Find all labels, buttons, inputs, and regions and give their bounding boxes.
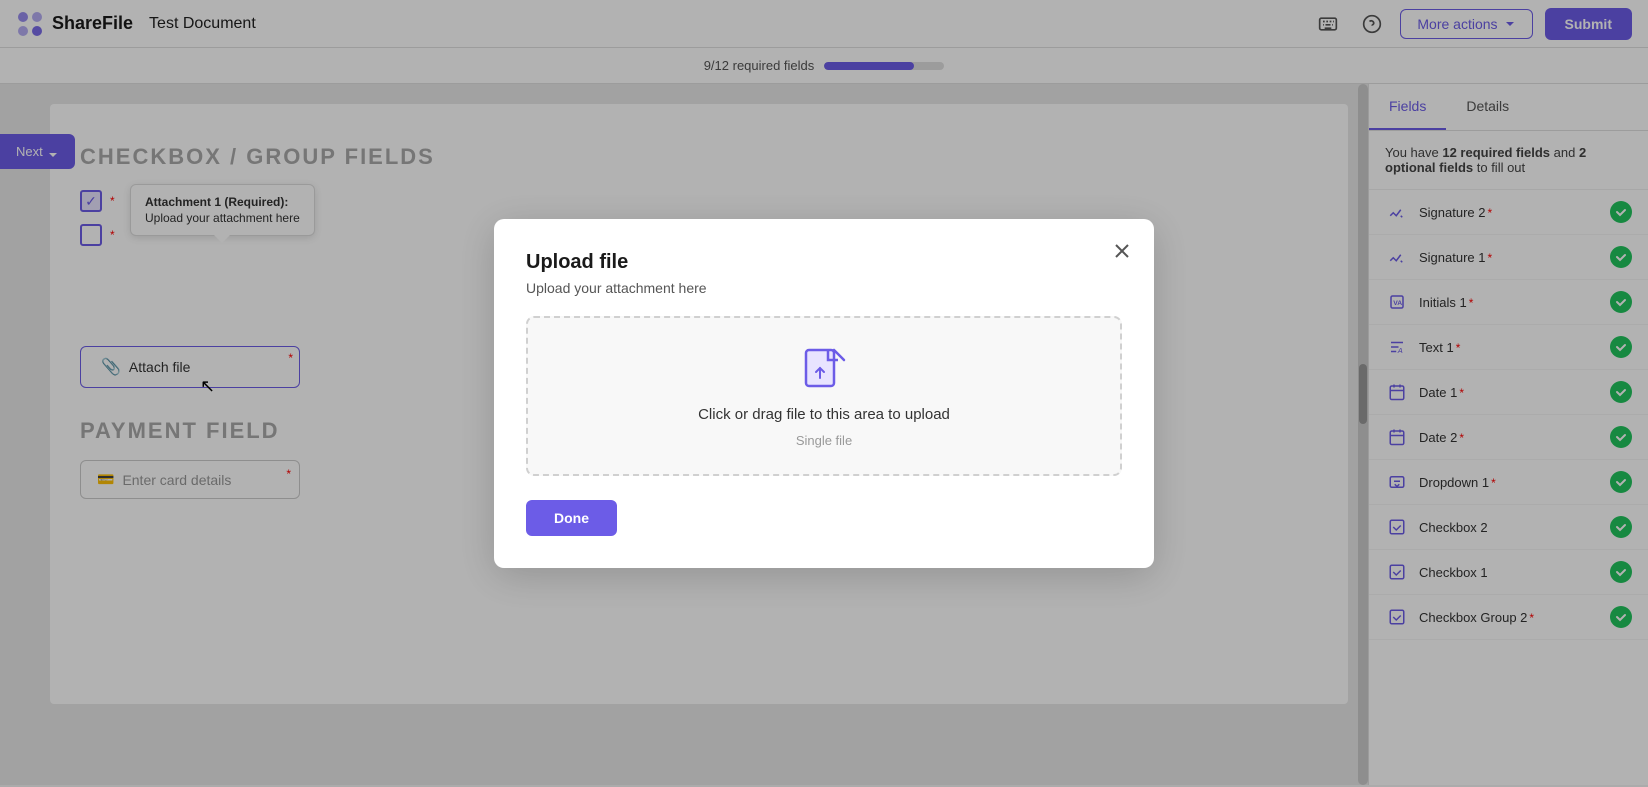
modal-overlay[interactable]: Upload file Upload your attachment here … <box>0 0 1648 787</box>
modal-title: Upload file <box>526 251 1122 274</box>
upload-subtext: Single file <box>796 433 852 448</box>
close-icon <box>1114 243 1130 259</box>
upload-file-icon <box>798 344 850 396</box>
modal-done-button[interactable]: Done <box>526 500 617 536</box>
modal-close-button[interactable] <box>1106 235 1138 267</box>
modal-subtitle: Upload your attachment here <box>526 280 1122 296</box>
upload-text: Click or drag file to this area to uploa… <box>698 406 950 423</box>
upload-drop-area[interactable]: Click or drag file to this area to uploa… <box>526 316 1122 476</box>
file-upload-svg <box>800 346 848 394</box>
upload-modal: Upload file Upload your attachment here … <box>494 219 1154 568</box>
